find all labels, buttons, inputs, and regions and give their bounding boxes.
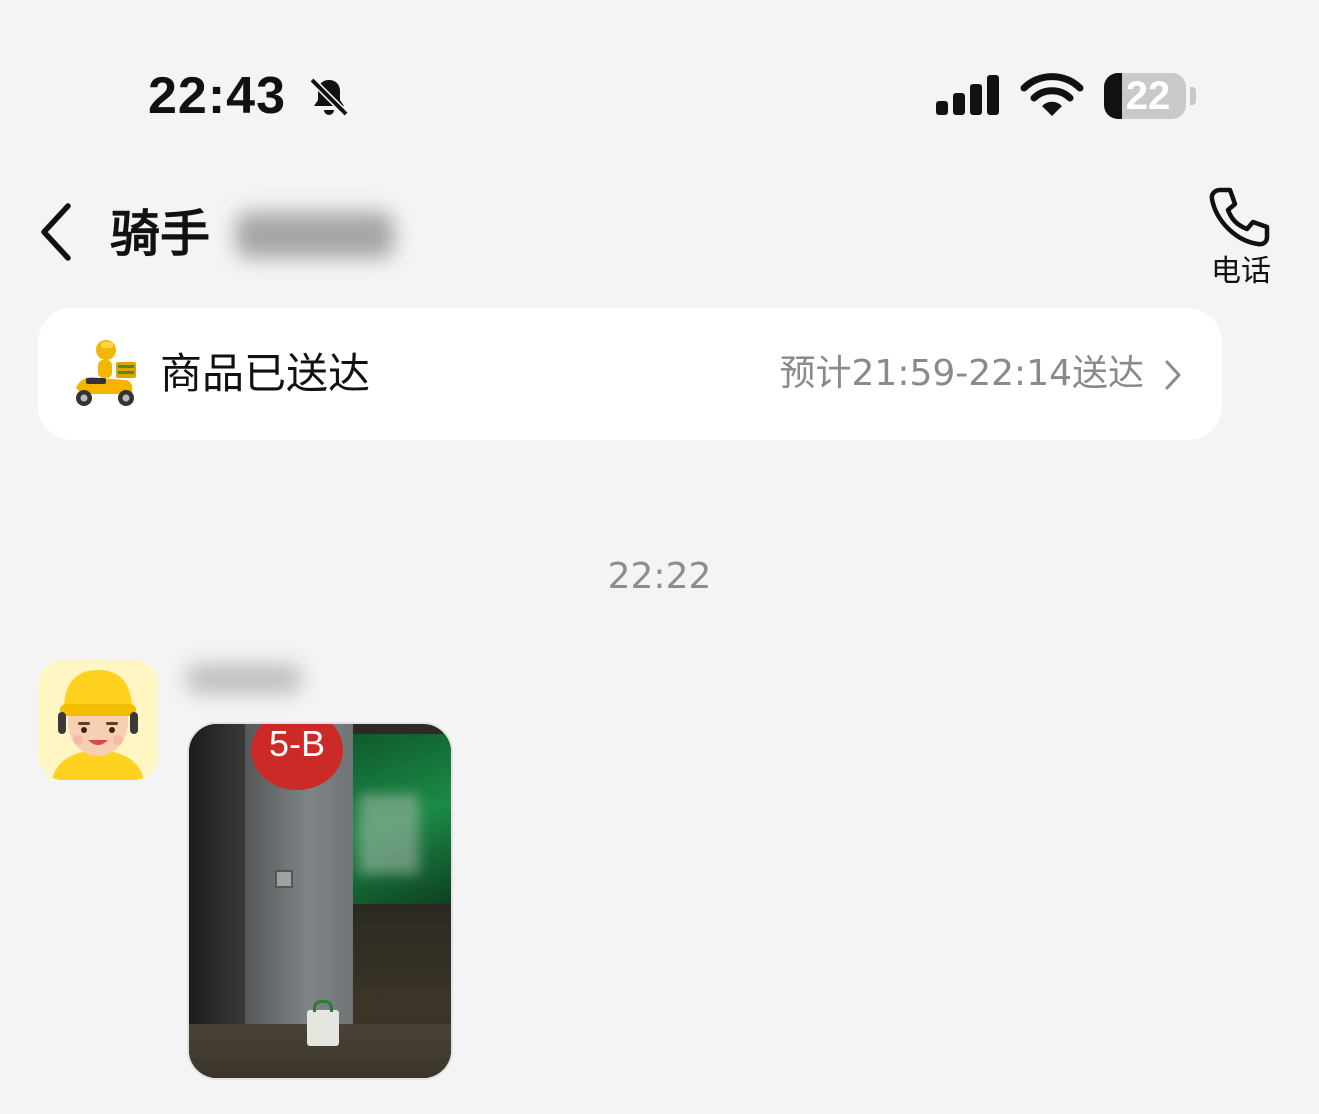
delivery-eta-text: 预计21:59-22:14送达 — [779, 353, 1144, 394]
wifi-icon — [1020, 73, 1084, 116]
call-button-label: 电话 — [1211, 254, 1271, 289]
status-time: 22:43 — [148, 67, 286, 125]
back-chevron-icon[interactable] — [36, 200, 80, 264]
chevron-right-icon — [1165, 360, 1181, 390]
photo-delivery-bag — [307, 1010, 339, 1046]
chat-screen: 22:43 22 骑手 电话 商品已送达 预计21:59-22:14送达 22:… — [0, 0, 1319, 1114]
bell-slash-icon — [309, 77, 349, 117]
battery-indicator: 22 — [1104, 73, 1186, 119]
photo-light-reflection — [359, 794, 419, 874]
photo-bag-handle — [313, 1000, 333, 1012]
phone-icon — [1209, 187, 1270, 247]
rider-avatar-illustration — [38, 660, 158, 780]
call-button[interactable]: 电话 — [1196, 182, 1286, 294]
delivery-status-card[interactable]: 商品已送达 预计21:59-22:14送达 — [38, 308, 1222, 440]
battery-tip — [1190, 87, 1196, 105]
battery-percent: 22 — [1125, 74, 1171, 118]
message-image[interactable]: 5-B — [187, 722, 453, 1080]
photo-sign-text: 5-B — [268, 723, 326, 764]
delivery-status-text: 商品已送达 — [160, 349, 371, 398]
photo-wall-switch — [275, 870, 293, 888]
message-timestamp: 22:22 — [607, 556, 712, 597]
rider-name-redacted — [236, 212, 394, 258]
rider-avatar[interactable] — [38, 660, 158, 780]
cellular-signal-icon — [936, 75, 999, 115]
page-title: 骑手 — [110, 205, 210, 263]
sender-name-redacted — [186, 664, 302, 694]
delivery-scooter-icon — [76, 340, 136, 406]
